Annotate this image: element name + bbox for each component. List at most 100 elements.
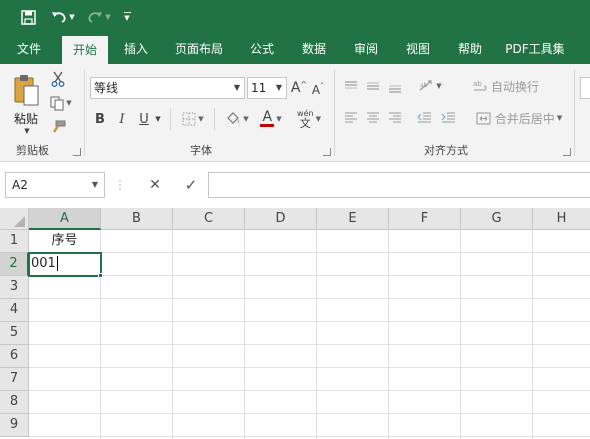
row-header-2[interactable]: 2 xyxy=(0,253,29,276)
gridline xyxy=(532,230,533,439)
gridline xyxy=(29,390,590,391)
column-header-h[interactable]: H xyxy=(533,208,590,230)
column-header-e[interactable]: E xyxy=(317,208,389,230)
title-bar: ▼ ▼ ▼ xyxy=(0,0,590,34)
cancel-entry-button[interactable]: ✕ xyxy=(142,174,168,196)
cell-a2-value: 001 xyxy=(31,256,56,271)
font-group-label: 字体 xyxy=(190,144,212,157)
fill-color-icon[interactable]: ▼ xyxy=(222,108,252,130)
formula-bar-grip-icon[interactable]: ⋮ xyxy=(114,176,126,194)
row-header-8[interactable]: 8 xyxy=(0,391,29,414)
save-icon[interactable] xyxy=(16,6,40,28)
decrease-font-size-icon[interactable]: Aˇ xyxy=(309,80,327,100)
merge-center-label: 合并后居中 xyxy=(494,111,555,126)
tab-insert[interactable]: 插入 xyxy=(116,34,156,64)
formula-input[interactable] xyxy=(208,172,590,198)
increase-indent-icon[interactable] xyxy=(438,108,458,128)
tab-help[interactable]: 帮助 xyxy=(450,34,490,64)
underline-dropdown-icon[interactable]: ▼ xyxy=(153,108,163,130)
svg-text:ab: ab xyxy=(420,82,428,89)
font-size-select[interactable]: 11 ▼ xyxy=(247,77,287,99)
underline-button[interactable]: U xyxy=(136,108,152,130)
cell-a1[interactable]: 序号 xyxy=(29,230,100,252)
undo-icon[interactable]: ▼ xyxy=(48,6,78,28)
chevron-down-icon: ▼ xyxy=(233,83,240,92)
redo-icon[interactable]: ▼ xyxy=(84,6,114,28)
separator xyxy=(214,108,215,130)
row-header-1[interactable]: 1 xyxy=(0,230,29,253)
font-launcher-icon[interactable] xyxy=(323,148,331,156)
wrap-text-label: 自动换行 xyxy=(490,79,539,94)
align-left-icon[interactable] xyxy=(342,108,360,128)
align-middle-icon[interactable] xyxy=(364,78,382,94)
select-all-corner[interactable] xyxy=(0,208,29,230)
column-header-f[interactable]: F xyxy=(389,208,461,230)
alignment-group-label: 对齐方式 xyxy=(424,144,468,157)
column-header-g[interactable]: G xyxy=(461,208,533,230)
group-divider xyxy=(84,70,85,156)
bold-button[interactable]: B xyxy=(92,108,108,130)
align-top-icon[interactable] xyxy=(342,78,360,94)
tab-view[interactable]: 视图 xyxy=(398,34,438,64)
font-name-select[interactable]: 等线 ▼ xyxy=(90,77,245,99)
row-header-9[interactable]: 9 xyxy=(0,414,29,437)
alignment-launcher-icon[interactable] xyxy=(563,148,571,156)
column-header-d[interactable]: D xyxy=(245,208,317,230)
font-size-value: 11 xyxy=(251,81,267,95)
merge-center-button[interactable]: 合并后居中 ▼ xyxy=(470,108,568,128)
paste-dropdown-icon[interactable]: ▼ xyxy=(22,126,32,136)
row-header-7[interactable]: 7 xyxy=(0,368,29,391)
column-header-b[interactable]: B xyxy=(101,208,173,230)
worksheet-grid: A B C D E F G H 1 2 3 4 5 6 7 8 9 序号 001 xyxy=(0,208,590,439)
name-box-value: A2 xyxy=(12,178,28,192)
row-header-5[interactable]: 5 xyxy=(0,322,29,345)
number-format-select[interactable] xyxy=(580,77,590,99)
align-center-icon[interactable] xyxy=(364,108,382,128)
cut-icon[interactable] xyxy=(46,70,70,88)
font-color-glyph: A xyxy=(262,109,273,125)
orientation-icon[interactable]: ab ▼ xyxy=(414,76,446,96)
align-right-icon[interactable] xyxy=(386,108,404,128)
tab-home[interactable]: 开始 xyxy=(62,36,108,64)
name-box[interactable]: A2 ▼ xyxy=(5,172,105,198)
tab-page-layout[interactable]: 页面布局 xyxy=(168,34,230,64)
enter-entry-button[interactable]: ✓ xyxy=(178,174,204,196)
paste-button-label[interactable]: 粘贴 xyxy=(8,110,44,126)
customize-toolbar-icon[interactable]: ▼ xyxy=(119,6,135,28)
gridline xyxy=(29,436,590,437)
italic-button[interactable]: I xyxy=(114,108,130,130)
column-header-c[interactable]: C xyxy=(173,208,245,230)
row-header-4[interactable]: 4 xyxy=(0,299,29,322)
wrap-text-button[interactable]: ab 自动换行 xyxy=(470,76,542,96)
gridline xyxy=(316,230,317,439)
tab-formulas[interactable]: 公式 xyxy=(242,34,282,64)
gridline xyxy=(460,230,461,439)
clipboard-launcher-icon[interactable] xyxy=(73,148,81,156)
tab-pdf-tools[interactable]: PDF工具集 xyxy=(500,34,570,64)
chevron-down-icon: ▼ xyxy=(275,83,282,92)
increase-font-size-icon[interactable]: A ^ xyxy=(290,78,308,98)
tab-file[interactable]: 文件 xyxy=(8,34,50,64)
row-header-3[interactable]: 3 xyxy=(0,276,29,299)
format-painter-icon[interactable] xyxy=(46,118,70,136)
align-bottom-icon[interactable] xyxy=(386,80,404,96)
cell-a2-editor[interactable]: 001 xyxy=(31,253,99,275)
column-header-a[interactable]: A xyxy=(29,208,101,230)
tab-data[interactable]: 数据 xyxy=(294,34,334,64)
copy-icon[interactable]: ▼ xyxy=(46,94,76,112)
phonetic-guide-bottom: 文 xyxy=(299,117,311,130)
fill-handle[interactable] xyxy=(98,273,103,278)
gridline xyxy=(29,413,590,414)
decrease-indent-icon[interactable] xyxy=(414,108,434,128)
ribbon-tab-bar: 文件 开始 插入 页面布局 公式 数据 审阅 视图 帮助 PDF工具集 xyxy=(0,34,590,64)
tab-review[interactable]: 审阅 xyxy=(346,34,386,64)
gridline xyxy=(29,298,590,299)
gridline xyxy=(29,321,590,322)
group-divider xyxy=(574,70,575,156)
row-header-6[interactable]: 6 xyxy=(0,345,29,368)
borders-icon[interactable]: ▼ xyxy=(178,108,208,130)
phonetic-guide-icon[interactable]: wén 文 ▼ xyxy=(292,106,326,132)
paste-icon[interactable] xyxy=(8,70,44,110)
text-cursor xyxy=(56,256,58,271)
font-color-icon[interactable]: A ▼ xyxy=(256,108,286,130)
